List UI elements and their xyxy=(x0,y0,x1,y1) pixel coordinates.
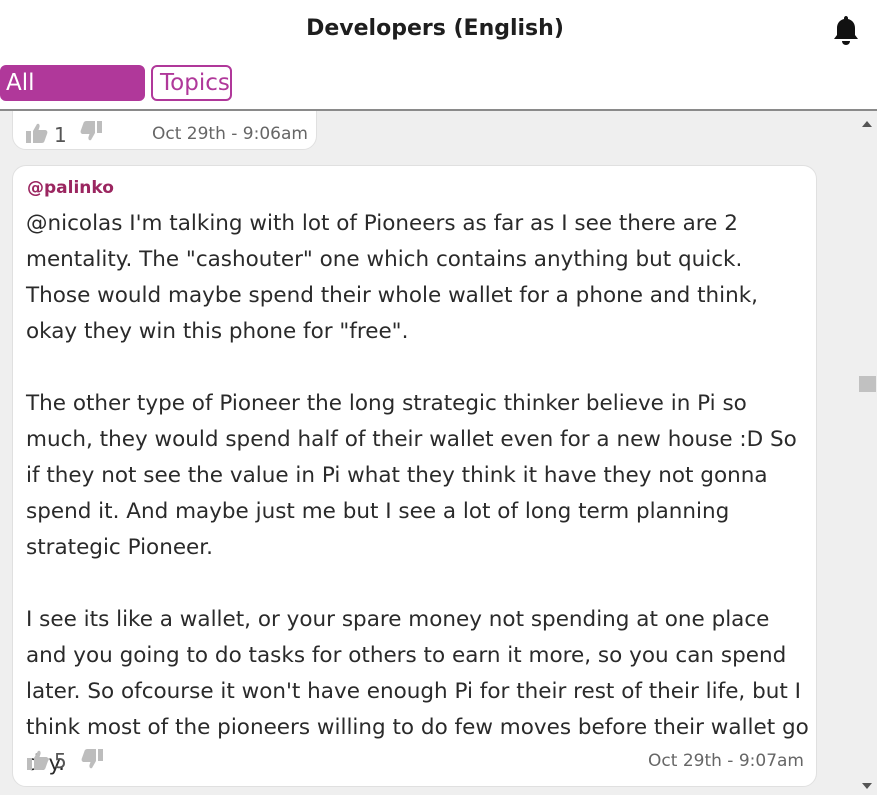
bell-icon[interactable] xyxy=(831,14,861,46)
app-header: Developers (English) xyxy=(0,0,877,60)
thumbs-down-icon[interactable] xyxy=(81,749,103,773)
tab-topics[interactable]: Topics xyxy=(151,65,232,101)
scroll-down-arrow-icon[interactable] xyxy=(862,783,872,789)
thumbs-down-icon[interactable] xyxy=(80,121,102,145)
scroll-thumb[interactable] xyxy=(859,376,876,392)
message-card: 1 Oct 29th - 9:06am xyxy=(12,111,317,150)
like-count: 1 xyxy=(54,123,67,147)
message-timestamp: Oct 29th - 9:07am xyxy=(648,751,804,771)
feed-scrollbar[interactable] xyxy=(858,111,877,795)
tab-all-messages[interactable]: All messages xyxy=(0,65,145,128)
channel-title: Developers (English) xyxy=(306,16,564,41)
scroll-up-arrow-icon[interactable] xyxy=(862,121,872,127)
thumbs-up-icon[interactable] xyxy=(27,750,49,774)
thumbs-up-icon[interactable] xyxy=(26,123,48,147)
message-timestamp: Oct 29th - 9:06am xyxy=(152,124,308,144)
message-card: @palinko @nicolas I'm talking with lot o… xyxy=(12,165,817,787)
message-feed[interactable]: 1 Oct 29th - 9:06am @palinko @nicolas I'… xyxy=(0,111,858,795)
message-author[interactable]: @palinko xyxy=(27,178,114,198)
message-text: @nicolas I'm talking with lot of Pioneer… xyxy=(26,211,809,776)
like-count: 5 xyxy=(54,749,67,773)
